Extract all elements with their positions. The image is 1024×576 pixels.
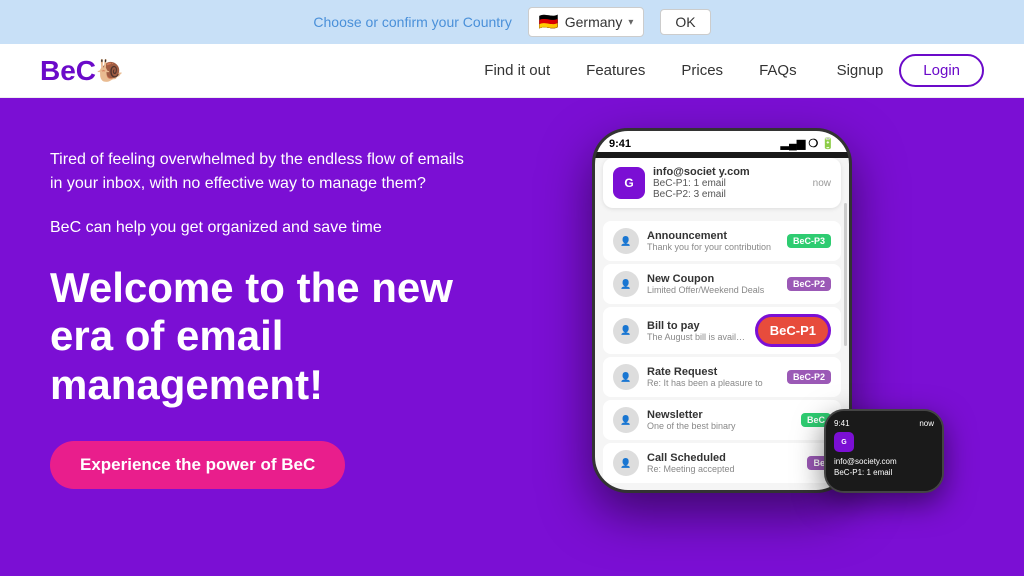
email-preview: Re: Meeting accepted [647,464,799,474]
nav-prices[interactable]: Prices [681,62,723,79]
hero-title: Welcome to the new era of email manageme… [50,264,470,409]
ok-button[interactable]: OK [660,9,710,35]
top-bar: Choose or confirm your Country 🇩🇪 German… [0,0,1024,44]
nav-links: Find it out Features Prices FAQs [484,62,796,79]
nav-faqs[interactable]: FAQs [759,62,797,79]
cta-button[interactable]: Experience the power of BeC [50,441,345,489]
notif-sender: info@societ y.com [653,166,805,178]
watch-status-bar: 9:41 now [834,419,934,428]
watch-mockup: 9:41 now G info@society.com BeC-P1: 1 em… [824,409,944,493]
email-info: New Coupon Limited Offer/Weekend Deals [647,273,779,295]
email-subject: New Coupon [647,273,779,285]
email-item[interactable]: 👤 Announcement Thank you for your contri… [603,221,841,261]
email-tag: BeC-P3 [787,234,831,248]
avatar: 👤 [613,318,639,344]
nav-find-it-out[interactable]: Find it out [484,62,550,79]
login-button[interactable]: Login [899,54,984,87]
scrollbar[interactable] [844,203,847,347]
email-subject: Newsletter [647,409,793,421]
hero-mid: BeC can help you get organized and save … [50,216,470,240]
phone-time: 9:41 [609,138,631,150]
hero-subtitle: Tired of feeling overwhelmed by the endl… [50,148,470,196]
logo-text: Be [40,55,76,87]
avatar: 👤 [613,228,639,254]
email-info: Newsletter One of the best binary [647,409,793,431]
logo-snail-icon: 🐌 [96,58,123,84]
email-item[interactable]: 👤 Bill to pay The August bill is availab… [603,307,841,354]
watch-sender: info@society.com [834,456,934,467]
email-info: Bill to pay The August bill is available [647,320,747,342]
email-item[interactable]: 👤 Newsletter One of the best binary BeC [603,400,841,440]
email-item[interactable]: 👤 New Coupon Limited Offer/Weekend Deals… [603,264,841,304]
nav-actions: Signup Login [837,54,984,87]
email-item[interactable]: 👤 Call Scheduled Re: Meeting accepted Be [603,443,841,483]
hero-section: Tired of feeling overwhelmed by the endl… [0,98,1024,576]
email-info: Rate Request Re: It has been a pleasure … [647,366,779,388]
email-subject: Bill to pay [647,320,747,332]
email-subject: Call Scheduled [647,452,799,464]
notif-logo: G [613,167,645,199]
hero-text: Tired of feeling overwhelmed by the endl… [50,138,470,489]
email-list: 👤 Announcement Thank you for your contri… [595,214,849,490]
phone-icons: ▂▄▆ ❍ 🔋 [781,137,835,150]
avatar: 👤 [613,271,639,297]
signup-link[interactable]: Signup [837,62,884,79]
email-info: Announcement Thank you for your contribu… [647,230,779,252]
email-preview: Re: It has been a pleasure to [647,378,779,388]
notif-time: now [813,178,831,189]
phone-screen: G info@societ y.com BeC-P1: 1 email BeC-… [595,158,849,490]
email-subject: Announcement [647,230,779,242]
email-notification: G info@societ y.com BeC-P1: 1 email BeC-… [603,158,841,208]
country-prompt: Choose or confirm your Country [313,14,511,30]
email-preview: One of the best binary [647,421,793,431]
notif-content: info@societ y.com BeC-P1: 1 email BeC-P2… [653,166,805,200]
avatar: 👤 [613,450,639,476]
email-tag: BeC-P2 [787,277,831,291]
email-tag: BeC-P2 [787,370,831,384]
email-preview: Limited Offer/Weekend Deals [647,285,779,295]
email-preview: Thank you for your contribution [647,242,779,252]
watch-email-line: BeC-P1: 1 email [834,467,934,478]
notif-line1: BeC-P1: 1 email [653,178,805,189]
email-preview: The August bill is available [647,332,747,342]
navbar: BeC🐌 Find it out Features Prices FAQs Si… [0,44,1024,98]
chevron-down-icon: ▾ [628,17,633,28]
phone-area: 9:41 ▂▄▆ ❍ 🔋 G info@societ y.com BeC-P1:… [470,128,974,493]
country-select[interactable]: 🇩🇪 Germany ▾ [528,7,645,37]
avatar: 👤 [613,364,639,390]
nav-features[interactable]: Features [586,62,645,79]
email-subject: Rate Request [647,366,779,378]
email-info: Call Scheduled Re: Meeting accepted [647,452,799,474]
watch-time: 9:41 [834,419,850,428]
flag-icon: 🇩🇪 [539,12,559,32]
phone-status-bar: 9:41 ▂▄▆ ❍ 🔋 [595,131,849,152]
notif-line2: BeC-P2: 3 email [653,189,805,200]
email-item[interactable]: 👤 Rate Request Re: It has been a pleasur… [603,357,841,397]
logo[interactable]: BeC🐌 [40,55,123,87]
email-tag-p1: BeC-P1 [755,314,831,347]
watch-logo: G [834,432,854,452]
avatar: 👤 [613,407,639,433]
country-name: Germany [565,14,623,30]
phone-mockup: 9:41 ▂▄▆ ❍ 🔋 G info@societ y.com BeC-P1:… [592,128,852,493]
watch-label: now [919,419,934,428]
watch-screen: 9:41 now G info@society.com BeC-P1: 1 em… [826,411,942,491]
